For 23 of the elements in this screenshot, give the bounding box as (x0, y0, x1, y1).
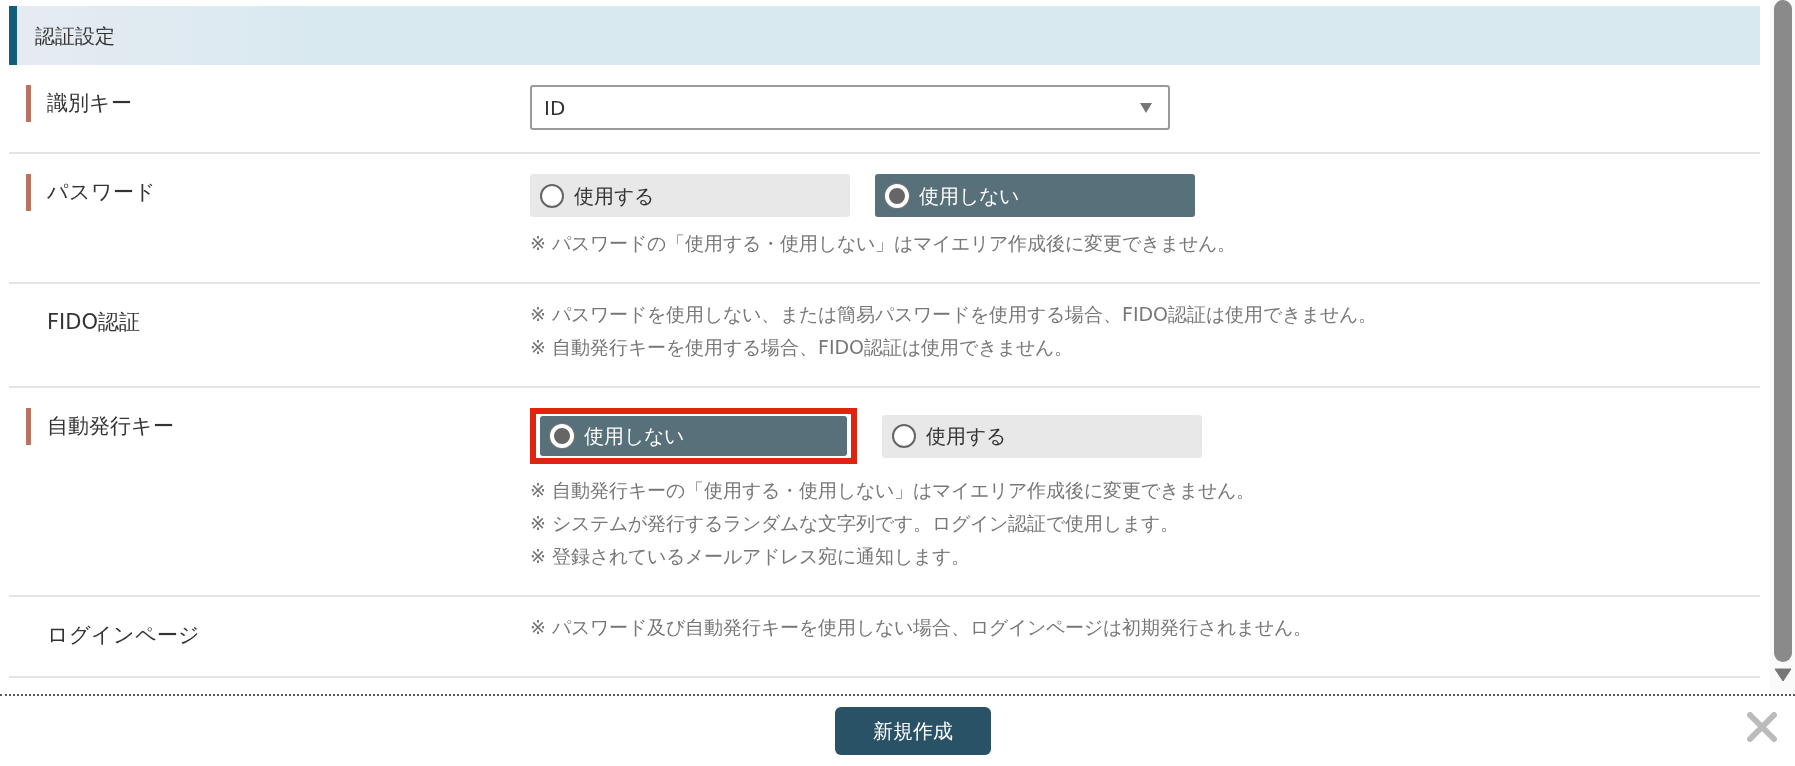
field-label: 自動発行キー (26, 408, 174, 445)
section-header: 認証設定 (9, 6, 1760, 65)
radio-option[interactable]: 使用しない (875, 174, 1195, 217)
note-text: ※ 自動発行キーを使用する場合、FIDO認証は使用できません。 (530, 335, 1075, 360)
field-label: FIDO認証 (46, 309, 140, 336)
note-text: ※ パスワード及び自動発行キーを使用しない場合、ログインページは初期発行されません。 (530, 615, 1312, 640)
note-text: ※ 登録されているメールアドレス宛に通知します。 (530, 544, 971, 569)
note-text: ※ パスワードを使用しない、または簡易パスワードを使用する場合、FIDO認証は使用できません。 (530, 302, 1378, 327)
scroll-down-icon[interactable] (1773, 668, 1792, 682)
field-label: ログインページ (46, 622, 200, 649)
radio-option[interactable]: 使用する (530, 174, 850, 217)
note-text: ※ パスワードの「使用する・使用しない」はマイエリア作成後に変更できません。 (530, 231, 1236, 256)
radio-option[interactable]: 使用しない (540, 416, 847, 456)
create-button[interactable]: 新規作成 (834, 707, 991, 755)
select-field[interactable]: ID (530, 85, 1170, 130)
note-text: ※ システムが発行するランダムな文字列です。ログイン認証で使用します。 (530, 511, 1180, 536)
scrollbar-thumb[interactable] (1773, 0, 1792, 662)
radio-option[interactable]: 使用する (882, 414, 1202, 458)
close-icon[interactable] (1747, 712, 1777, 742)
field-label: パスワード (26, 174, 156, 211)
dropdown-caret-icon (1140, 102, 1152, 113)
note-text: ※ 自動発行キーの「使用する・使用しない」はマイエリア作成後に変更できません。 (530, 478, 1255, 503)
field-label: 識別キー (26, 85, 132, 122)
